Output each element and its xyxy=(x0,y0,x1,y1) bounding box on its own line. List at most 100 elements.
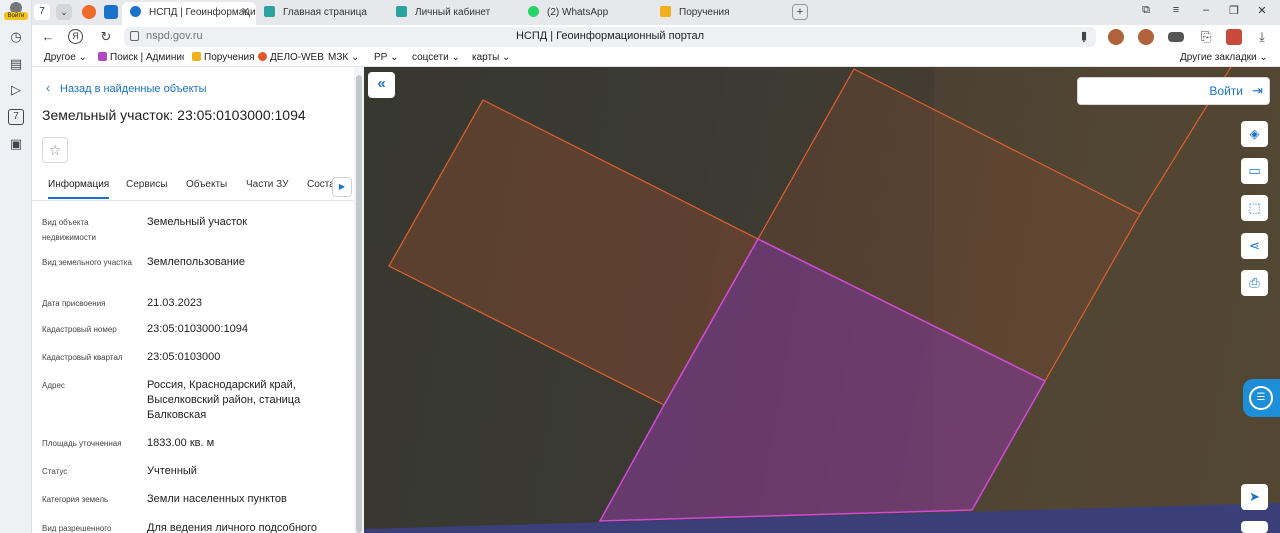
tab-label: НСПД | Геоинформаци xyxy=(149,7,256,18)
screenshot-icon[interactable]: ▣ xyxy=(8,136,24,152)
back-to-results-link[interactable]: ‹ Назад в найденные объекты xyxy=(46,81,207,95)
bookmark-search-admin[interactable]: Поиск | Админис xyxy=(98,52,184,63)
map-view[interactable]: « Войти ⇥ ◈ ▭ ⬚ ⋖ ⎙ ☰ ➤ xyxy=(364,67,1280,533)
bookmark-label: РР ⌄ xyxy=(374,52,399,63)
scrollbar-thumb[interactable] xyxy=(356,75,362,533)
ruler-icon[interactable]: ▭ xyxy=(1241,158,1268,184)
bookmark-favicon-icon xyxy=(258,52,267,61)
minimize-icon[interactable]: – xyxy=(1198,4,1214,16)
extension-icon[interactable] xyxy=(1226,29,1242,45)
tab-nspd[interactable]: НСПД | Геоинформаци ✕ xyxy=(122,2,256,25)
calendar-icon[interactable]: 7 xyxy=(8,109,24,125)
tab-services[interactable]: Сервисы xyxy=(126,179,167,190)
bookmark-folder-maps[interactable]: карты ⌄ xyxy=(472,52,510,63)
bookmark-folder-rr[interactable]: РР ⌄ xyxy=(374,52,399,63)
history-clock-icon[interactable]: ◷ xyxy=(8,29,24,45)
bookmark-folder-social[interactable]: соцсети ⌄ xyxy=(412,52,460,63)
property-value: 23:05:0103000:1094 xyxy=(147,323,248,335)
share-icon[interactable]: ⋖ xyxy=(1241,233,1268,259)
tab-main-page[interactable]: Главная страница xyxy=(256,2,388,23)
print-icon[interactable]: ⎙ xyxy=(1241,270,1268,296)
yandex-icon[interactable]: Я xyxy=(68,29,83,44)
object-info-panel: ‹ Назад в найденные объекты Земельный уча… xyxy=(32,67,364,533)
property-value: 21.03.2023 xyxy=(147,297,203,309)
tab-list-dropdown-icon[interactable]: ⌄ xyxy=(56,4,72,20)
profile-button[interactable]: Войти xyxy=(4,2,28,22)
tab-information[interactable]: Информация xyxy=(48,179,110,199)
bookmark-folder-mzk[interactable]: МЗК ⌄ xyxy=(328,52,359,63)
property-key: Вид земельного участка xyxy=(42,258,132,267)
tab-favicon-icon xyxy=(396,6,407,17)
page-title: НСПД | Геоинформационный портал xyxy=(515,30,705,42)
property-value: Земли населенных пунктов xyxy=(147,493,287,505)
other-bookmarks-folder[interactable]: Другие закладки ⌄ xyxy=(1180,52,1268,63)
tab-label: Личный кабинет xyxy=(415,7,491,18)
notes-icon[interactable]: ▤ xyxy=(8,56,24,72)
menu-icon[interactable]: ≡ xyxy=(1168,4,1184,16)
bookmark-label: Поиск | Админис xyxy=(110,52,184,63)
extension-icon[interactable] xyxy=(1168,32,1184,42)
property-key: Кадастровый номер xyxy=(42,325,117,334)
map-canvas[interactable] xyxy=(364,67,1280,533)
tab-assignments[interactable]: Поручения xyxy=(652,2,784,23)
tabs-scroll-right-icon[interactable]: ▶ xyxy=(332,177,352,197)
tab-whatsapp[interactable]: (2) WhatsApp xyxy=(520,2,652,23)
tab-label: Поручения xyxy=(679,7,730,18)
layers-icon[interactable]: ◈ xyxy=(1241,121,1268,147)
collections-icon[interactable]: ⧉ xyxy=(1138,4,1154,17)
panel-tabs: Информация Сервисы Объекты Части ЗУ Сост… xyxy=(32,171,354,201)
tab-label: Главная страница xyxy=(283,7,367,18)
extension-icon[interactable] xyxy=(1108,29,1124,45)
address-bar[interactable]: nspd.gov.ru НСПД | Геоинформационный пор… xyxy=(124,27,1096,47)
bookmark-favicon-icon xyxy=(192,52,201,61)
property-value: Учтенный xyxy=(147,465,197,477)
whatsapp-icon xyxy=(528,6,539,17)
navigation-bar: ← Я ↻ nspd.gov.ru НСПД | Геоинформационн… xyxy=(32,25,1280,49)
panel-scrollbar[interactable] xyxy=(354,67,364,533)
tab-personal-cabinet[interactable]: Личный кабинет xyxy=(388,2,520,23)
property-key: Вид объекта недвижимости xyxy=(42,218,96,242)
login-label: Войти xyxy=(1209,84,1243,98)
tab-objects[interactable]: Объекты xyxy=(186,179,227,190)
tab-parts[interactable]: Части ЗУ xyxy=(246,179,288,190)
map-tool-icon[interactable] xyxy=(1241,521,1268,533)
restore-icon[interactable]: ❐ xyxy=(1226,4,1242,17)
property-key: Кадастровый квартал xyxy=(42,353,123,362)
bookmark-folder-other[interactable]: Другое ⌄ xyxy=(44,52,87,63)
object-title: Земельный участок: 23:05:0103000:1094 xyxy=(42,107,306,123)
bookmark-label: Другое ⌄ xyxy=(44,52,87,63)
login-button[interactable]: Войти ⇥ xyxy=(1077,77,1270,105)
new-tab-button[interactable]: + xyxy=(792,4,808,20)
downloads-icon[interactable]: ⤓ xyxy=(1254,29,1270,45)
property-key: Адрес xyxy=(42,381,65,390)
close-window-icon[interactable]: ✕ xyxy=(1254,4,1270,17)
support-chat-button[interactable]: ☰ xyxy=(1243,379,1280,417)
send-icon[interactable]: ➤ xyxy=(1241,484,1268,510)
property-key: Дата присвоения xyxy=(42,299,106,308)
chat-bubble-icon: ☰ xyxy=(1249,386,1273,410)
pinned-mail-icon[interactable] xyxy=(104,5,118,19)
tab-composition[interactable]: Соста xyxy=(307,179,333,190)
reload-icon[interactable]: ↻ xyxy=(98,29,114,45)
collapse-panel-icon[interactable]: « xyxy=(368,72,395,98)
play-icon[interactable]: ▷ xyxy=(8,82,24,98)
bookmark-label: Другие закладки ⌄ xyxy=(1180,52,1268,63)
more-options-icon[interactable]: ⋮ xyxy=(1076,29,1092,45)
browser-sidebar: Войти ◷ ▤ ▷ 7 ▣ xyxy=(0,0,32,533)
bookmark-label: МЗК ⌄ xyxy=(328,52,360,63)
bookmark-label: соцсети ⌄ xyxy=(412,52,460,63)
extension-icon[interactable] xyxy=(1138,29,1154,45)
property-value: 1833.00 кв. м xyxy=(147,437,215,449)
back-arrow-icon[interactable]: ← xyxy=(40,29,56,45)
bookmark-delo-web[interactable]: ДЕЛО-WEB xyxy=(258,52,324,63)
bookmarks-panel-icon[interactable]: ⎘ xyxy=(1198,29,1214,45)
property-key: Категория земель xyxy=(42,495,109,504)
property-key: Площадь уточненная xyxy=(42,439,122,448)
favorite-star-icon[interactable]: ☆ xyxy=(42,137,68,163)
select-area-icon[interactable]: ⬚ xyxy=(1241,195,1268,221)
tab-count[interactable]: 7 xyxy=(34,4,50,20)
close-tab-icon[interactable]: ✕ xyxy=(241,2,250,23)
pinned-tab-icon[interactable] xyxy=(82,5,96,19)
property-key: Статус xyxy=(42,467,68,476)
bookmark-assignments[interactable]: Поручения xyxy=(192,52,255,63)
